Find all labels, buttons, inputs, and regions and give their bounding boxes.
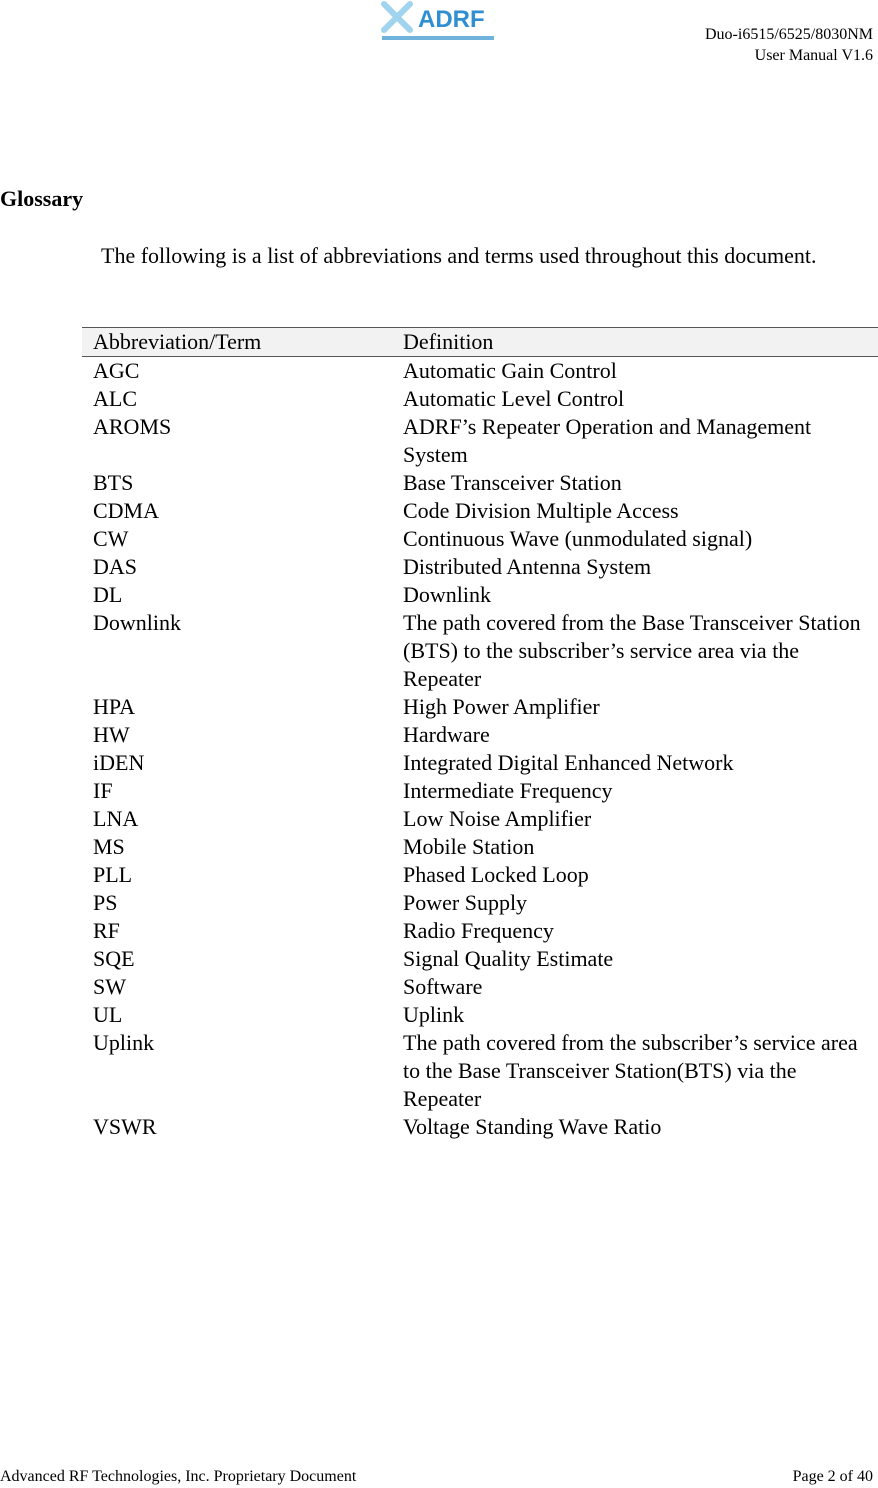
definition: Downlink — [403, 582, 491, 607]
term: DAS — [93, 554, 138, 579]
table-row: PLL Phased Locked Loop — [82, 861, 878, 889]
footer-company: Advanced RF Technologies, Inc. Proprieta… — [0, 1468, 357, 1485]
table-row: MS Mobile Station — [82, 833, 878, 861]
term: BTS — [93, 470, 134, 495]
table-row: Uplink The path covered from the subscrib… — [82, 1029, 878, 1113]
term: HPA — [93, 694, 135, 719]
table-header-row: Abbreviation/Term Definition — [82, 327, 878, 357]
page-header: Duo-i6515/6525/8030NM User Manual V1.6 — [705, 24, 873, 66]
term: Downlink — [93, 610, 181, 635]
definition: Intermediate Frequency — [403, 778, 613, 803]
term: SQE — [93, 946, 135, 971]
table-row: UL Uplink — [82, 1001, 878, 1029]
column-header-term: Abbreviation/Term — [82, 327, 403, 357]
term: iDEN — [93, 750, 145, 775]
term: AGC — [93, 358, 140, 383]
definition: Automatic Level Control — [403, 386, 625, 411]
term: IF — [93, 778, 113, 803]
term: VSWR — [93, 1114, 157, 1139]
section-title: Glossary — [0, 186, 84, 211]
intro-paragraph: The following is a list of abbreviations… — [101, 243, 817, 268]
term: ALC — [93, 386, 137, 411]
table-row: SW Software — [82, 973, 878, 1001]
definition: The path covered from the subscriber’s s… — [403, 1030, 858, 1111]
table-row: HW Hardware — [82, 721, 878, 749]
table-row: DAS Distributed Antenna System — [82, 553, 878, 581]
definition: Phased Locked Loop — [403, 862, 589, 887]
table-row: AGC Automatic Gain Control — [82, 357, 878, 386]
definition: Uplink — [403, 1002, 465, 1027]
definition: Radio Frequency — [403, 918, 554, 943]
glossary-table: Abbreviation/Term Definition AGC Automati… — [82, 327, 878, 1141]
term: MS — [93, 834, 125, 859]
table-row: CW Continuous Wave (unmodulated signal) — [82, 525, 878, 553]
definition: Low Noise Amplifier — [403, 806, 592, 831]
term: HW — [93, 722, 130, 747]
term: CDMA — [93, 498, 160, 523]
manual-version: User Manual V1.6 — [754, 47, 873, 64]
term: LNA — [93, 806, 139, 831]
term: CW — [93, 526, 129, 551]
product-name: Duo-i6515/6525/8030NM — [705, 26, 873, 43]
definition: Mobile Station — [403, 834, 535, 859]
term: Uplink — [93, 1030, 155, 1055]
term: PS — [93, 890, 118, 915]
adrf-logo: ADRF — [381, 1, 494, 40]
term: RF — [93, 918, 120, 943]
definition: Code Division Multiple Access — [403, 498, 679, 523]
definition: ADRF’s Repeater Operation and Management… — [403, 414, 812, 467]
table-row: iDEN Integrated Digital Enhanced Network — [82, 749, 878, 777]
definition: High Power Amplifier — [403, 694, 600, 719]
table-row: IF Intermediate Frequency — [82, 777, 878, 805]
term: UL — [93, 1002, 123, 1027]
table-row: SQE Signal Quality Estimate — [82, 945, 878, 973]
definition: Base Transceiver Station — [403, 470, 622, 495]
term: DL — [93, 582, 123, 607]
definition: Software — [403, 974, 483, 999]
table-row: CDMA Code Division Multiple Access — [82, 497, 878, 525]
table-row: AROMS ADRF’s Repeater Operation and Manag… — [82, 413, 878, 469]
definition: Voltage Standing Wave Ratio — [403, 1114, 662, 1139]
table-row: DL Downlink — [82, 581, 878, 609]
table-row: PS Power Supply — [82, 889, 878, 917]
column-header-definition: Definition — [403, 327, 878, 357]
definition: Hardware — [403, 722, 490, 747]
definition: Continuous Wave (unmodulated signal) — [403, 526, 753, 551]
table-row: RF Radio Frequency — [82, 917, 878, 945]
definition: Power Supply — [403, 890, 528, 915]
svg-text:ADRF: ADRF — [418, 6, 485, 33]
table-row: BTS Base Transceiver Station — [82, 469, 878, 497]
definition: Signal Quality Estimate — [403, 946, 614, 971]
table-row: VSWR Voltage Standing Wave Ratio — [82, 1113, 878, 1141]
definition: Integrated Digital Enhanced Network — [403, 750, 734, 775]
definition: Distributed Antenna System — [403, 554, 652, 579]
table-row: LNA Low Noise Amplifier — [82, 805, 878, 833]
table-row: Downlink The path covered from the Base T… — [82, 609, 878, 693]
definition: Automatic Gain Control — [403, 358, 617, 383]
table-row: HPA High Power Amplifier — [82, 693, 878, 721]
term: SW — [93, 974, 126, 999]
definition: The path covered from the Base Transceiv… — [403, 610, 861, 691]
footer-page-number: Page 2 of 40 — [792, 1468, 873, 1485]
table-row: ALC Automatic Level Control — [82, 385, 878, 413]
term: PLL — [93, 862, 133, 887]
term: AROMS — [93, 414, 172, 439]
